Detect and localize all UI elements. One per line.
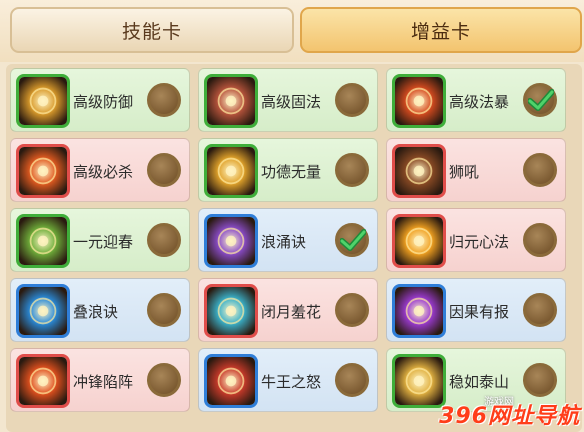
buff-card[interactable]: 高级防御 bbox=[10, 68, 190, 132]
watermark-logo: 396网址导航 bbox=[439, 404, 580, 429]
buff-card-label: 浪涌诀 bbox=[261, 232, 307, 251]
checkbox[interactable] bbox=[335, 153, 369, 187]
bull-king-icon bbox=[204, 354, 258, 408]
checkbox[interactable] bbox=[147, 223, 181, 257]
lightning-burst-icon bbox=[392, 74, 446, 128]
buff-card[interactable]: 高级法暴 bbox=[386, 68, 566, 132]
checkbox[interactable] bbox=[523, 293, 557, 327]
buff-card[interactable]: 一元迎春 bbox=[10, 208, 190, 272]
buff-card[interactable]: 叠浪诀 bbox=[10, 278, 190, 342]
golden-mountain-icon bbox=[392, 354, 446, 408]
staff-swirl-icon bbox=[204, 74, 258, 128]
checkbox-checked[interactable] bbox=[335, 223, 369, 257]
buff-card-label: 叠浪诀 bbox=[73, 302, 119, 321]
buff-card-grid: 高级防御 高级固法 高级法暴高级必杀 功德无量 狮吼一元迎春 浪涌诀 归元心法叠浪诀 闭月羞花… bbox=[6, 64, 582, 432]
buff-card[interactable]: 浪涌诀 bbox=[198, 208, 378, 272]
flame-sword-icon bbox=[16, 144, 70, 198]
checkbox[interactable] bbox=[335, 293, 369, 327]
moon-flower-icon bbox=[204, 284, 258, 338]
buff-card[interactable]: 冲锋陷阵 bbox=[10, 348, 190, 412]
checkbox[interactable] bbox=[147, 363, 181, 397]
buff-card-label: 高级必杀 bbox=[73, 162, 134, 181]
buff-card-label: 高级法暴 bbox=[449, 92, 510, 111]
buff-card-label: 牛王之怒 bbox=[261, 372, 322, 391]
sprout-spirit-icon bbox=[16, 214, 70, 268]
buff-card-label: 狮吼 bbox=[449, 162, 480, 181]
buff-card-label: 因果有报 bbox=[449, 302, 510, 321]
shield-gold-icon bbox=[16, 74, 70, 128]
purple-orb-icon bbox=[392, 284, 446, 338]
buff-card-label: 功德无量 bbox=[261, 162, 322, 181]
tab-skill-cards[interactable]: 技能卡 bbox=[10, 7, 294, 53]
buff-card-label: 归元心法 bbox=[449, 232, 510, 251]
checkbox[interactable] bbox=[523, 153, 557, 187]
tab-buff-cards[interactable]: 增益卡 bbox=[300, 7, 582, 53]
sun-flare-icon bbox=[392, 214, 446, 268]
fire-warrior-icon bbox=[16, 354, 70, 408]
buff-card[interactable]: 狮吼 bbox=[386, 138, 566, 202]
checkbox[interactable] bbox=[147, 293, 181, 327]
buff-card[interactable]: 牛王之怒 bbox=[198, 348, 378, 412]
buff-card[interactable]: 高级固法 bbox=[198, 68, 378, 132]
lion-roar-icon bbox=[392, 144, 446, 198]
buff-card-label: 高级防御 bbox=[73, 92, 134, 111]
checkbox[interactable] bbox=[147, 83, 181, 117]
buff-card[interactable]: 因果有报 bbox=[386, 278, 566, 342]
purple-vortex-icon bbox=[204, 214, 258, 268]
buff-card-label: 冲锋陷阵 bbox=[73, 372, 134, 391]
buff-card[interactable]: 高级必杀 bbox=[10, 138, 190, 202]
buff-card-label: 一元迎春 bbox=[73, 232, 134, 251]
buff-card[interactable]: 归元心法 bbox=[386, 208, 566, 272]
water-dragon-icon bbox=[16, 284, 70, 338]
buff-card[interactable]: 功德无量 bbox=[198, 138, 378, 202]
checkmark-icon bbox=[528, 89, 554, 111]
checkbox[interactable] bbox=[523, 223, 557, 257]
golden-wheel-icon bbox=[204, 144, 258, 198]
buff-card-label: 闭月羞花 bbox=[261, 302, 322, 321]
buff-card[interactable]: 闭月羞花 bbox=[198, 278, 378, 342]
checkbox-checked[interactable] bbox=[523, 83, 557, 117]
checkmark-icon bbox=[340, 229, 366, 251]
tab-bar: 技能卡 增益卡 bbox=[0, 0, 584, 62]
checkbox[interactable] bbox=[147, 153, 181, 187]
checkbox[interactable] bbox=[523, 363, 557, 397]
checkbox[interactable] bbox=[335, 83, 369, 117]
checkbox[interactable] bbox=[335, 363, 369, 397]
buff-card-label: 高级固法 bbox=[261, 92, 322, 111]
